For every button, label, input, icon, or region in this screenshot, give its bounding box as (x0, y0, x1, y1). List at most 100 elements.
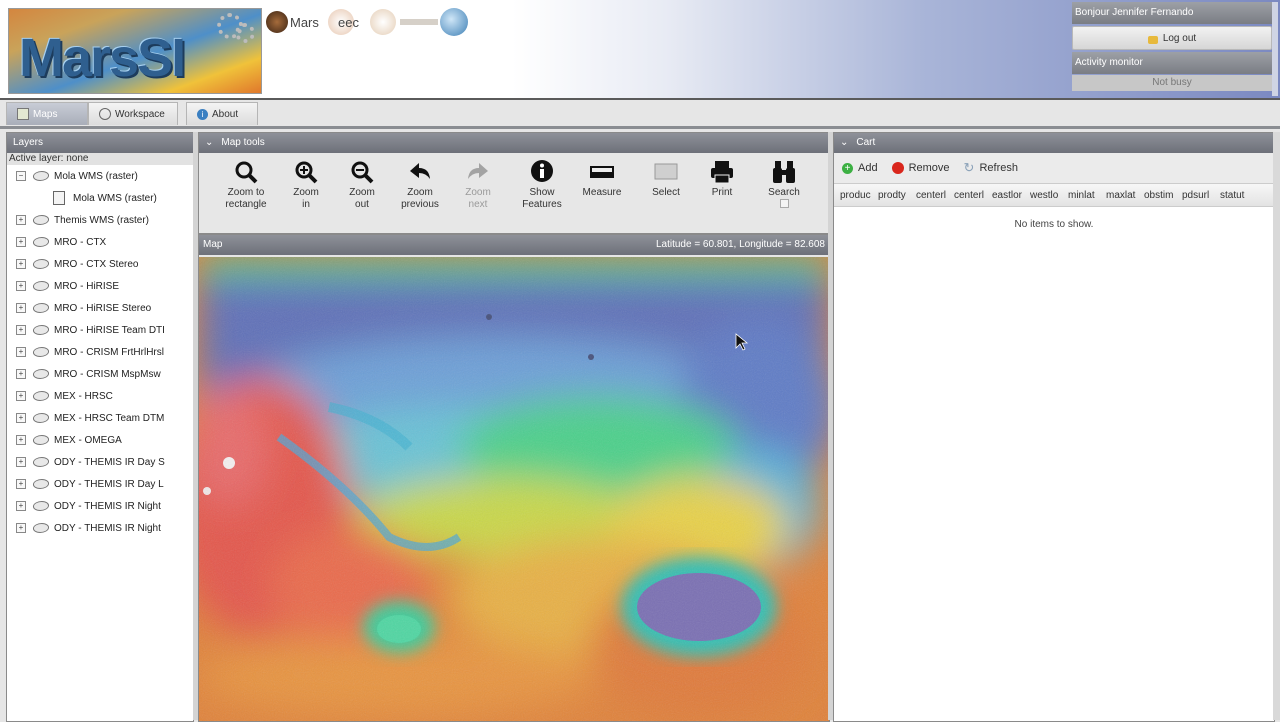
layer-item[interactable]: + ODY - THEMIS IR Night (7, 495, 193, 517)
layer-icon (32, 457, 50, 467)
expand-icon[interactable]: + (16, 501, 26, 511)
expand-icon[interactable]: + (16, 479, 26, 489)
partner-logo-eec: eec (328, 8, 359, 36)
column-header[interactable]: minlat (1068, 190, 1106, 201)
tab-workspace[interactable]: Workspace (88, 102, 178, 125)
mars-map-canvas[interactable] (199, 257, 829, 721)
logout-button[interactable]: Log out (1072, 26, 1272, 50)
zoom-rectangle-icon (235, 161, 258, 184)
column-header[interactable]: obstim (1144, 190, 1182, 201)
layer-tree: − Mola WMS (raster) Mola WMS (raster) + T… (7, 165, 193, 539)
layer-icon (32, 237, 50, 247)
layer-item[interactable]: + MRO - HiRISE Stereo (7, 297, 193, 319)
tab-about[interactable]: i About (186, 102, 258, 125)
blue-globe-icon (440, 8, 468, 36)
zoom-next-button[interactable]: Zoom next (443, 155, 513, 211)
remove-button[interactable]: Remove (891, 162, 950, 174)
layer-item[interactable]: + MRO - HiRISE Team DTI (7, 319, 193, 341)
layer-item[interactable]: + MRO - CTX (7, 231, 193, 253)
observatory-wordmark (400, 19, 438, 25)
layer-sublayer-item[interactable]: Mola WMS (raster) (7, 187, 193, 209)
layers-panel: Layers Active layer: none − Mola WMS (ra… (6, 132, 194, 722)
search-button[interactable]: Search (749, 155, 819, 212)
layer-item[interactable]: + ODY - THEMIS IR Night (7, 517, 193, 539)
activity-monitor-title: Activity monitor (1072, 52, 1272, 74)
layer-icon (32, 281, 50, 291)
layer-item[interactable]: + MEX - HRSC Team DTM (7, 407, 193, 429)
header-scrollbar[interactable] (1272, 2, 1278, 96)
expand-icon[interactable]: + (16, 215, 26, 225)
layer-icon (32, 413, 50, 423)
user-panel: Bonjour Jennifer Fernando Log out Activi… (1072, 2, 1272, 96)
expand-icon[interactable]: + (16, 435, 26, 445)
expand-icon[interactable]: + (16, 413, 26, 423)
arrow-back-icon (410, 163, 430, 179)
add-button[interactable]: + Add (842, 162, 878, 174)
measure-button[interactable]: Measure (567, 155, 637, 199)
partner-logo-observatory (370, 8, 438, 36)
active-layer-label: Active layer: none (7, 153, 193, 165)
expand-icon[interactable]: + (16, 237, 26, 247)
collapse-icon[interactable]: − (16, 171, 26, 181)
layer-icon (32, 435, 50, 445)
expand-icon[interactable]: + (16, 391, 26, 401)
gear-icon (235, 23, 255, 43)
column-header[interactable]: eastlor (992, 190, 1030, 201)
refresh-button[interactable]: ↻ Refresh (964, 160, 1018, 176)
layer-icon (32, 391, 50, 401)
column-header[interactable]: pdsurl (1182, 190, 1220, 201)
column-header[interactable]: westlo (1030, 190, 1068, 201)
layer-item[interactable]: + ODY - THEMIS IR Day S (7, 451, 193, 473)
expand-icon[interactable]: + (16, 259, 26, 269)
column-header[interactable]: prodty (878, 190, 916, 201)
layer-icon (32, 369, 50, 379)
layer-item[interactable]: + ODY - THEMIS IR Day L (7, 473, 193, 495)
partner-logo-mars: Mars (266, 8, 319, 36)
expand-icon[interactable]: + (16, 325, 26, 335)
layer-item[interactable]: + MRO - CTX Stereo (7, 253, 193, 275)
layer-icon (32, 171, 50, 181)
column-header[interactable]: maxlat (1106, 190, 1144, 201)
page-scrollbar[interactable] (1273, 132, 1280, 720)
select-icon (654, 163, 678, 180)
column-header[interactable]: centerl (954, 190, 992, 201)
expand-icon[interactable]: + (16, 523, 26, 533)
map-tools-header[interactable]: ⌄ Map tools (199, 133, 829, 153)
map-icon (17, 108, 29, 120)
expand-icon[interactable]: + (16, 303, 26, 313)
activity-status: Not busy (1072, 75, 1272, 91)
chevron-down-icon[interactable]: ⌄ (840, 137, 848, 148)
app-header: MarsSI Mars eec Bonjour Jennifer Fernand… (0, 0, 1280, 100)
layer-item[interactable]: − Mola WMS (raster) (7, 165, 193, 187)
arrow-forward-icon (468, 163, 488, 179)
print-button[interactable]: Print (687, 155, 757, 199)
column-header[interactable]: statut (1220, 190, 1258, 201)
zoom-out-icon (351, 161, 374, 184)
greeting-text: Bonjour Jennifer Fernando (1072, 2, 1272, 24)
zoom-in-icon (295, 161, 318, 184)
map-tools-panel: ⌄ Map tools Zoom to rectangle Zoom in Zoom o… (198, 132, 830, 234)
expand-icon[interactable]: + (16, 457, 26, 467)
layer-item[interactable]: + MEX - HRSC (7, 385, 193, 407)
search-checkbox[interactable] (779, 199, 789, 208)
raster-doc-icon (53, 191, 65, 205)
chevron-down-icon[interactable]: ⌄ (205, 137, 213, 148)
expand-icon[interactable]: + (16, 347, 26, 357)
cart-panel: ⌄ Cart + Add Remove ↻ Refresh produc prod… (833, 132, 1275, 722)
layer-item[interactable]: + MRO - HiRISE (7, 275, 193, 297)
expand-icon[interactable]: + (16, 281, 26, 291)
binoculars-icon (773, 161, 795, 183)
layer-icon (32, 347, 50, 357)
expand-icon[interactable]: + (16, 369, 26, 379)
tab-maps[interactable]: Maps (6, 102, 88, 125)
cart-table-header: produc prodty centerl centerl eastlor we… (834, 183, 1274, 207)
column-header[interactable]: produc (840, 190, 878, 201)
layer-item[interactable]: + MRO - CRISM FrtHrlHrsl (7, 341, 193, 363)
cart-toolbar: + Add Remove ↻ Refresh (834, 153, 1274, 183)
layers-title: Layers (7, 133, 193, 153)
cart-header[interactable]: ⌄ Cart (834, 133, 1274, 153)
layer-item[interactable]: + MRO - CRISM MspMsw (7, 363, 193, 385)
layer-item[interactable]: + MEX - OMEGA (7, 429, 193, 451)
column-header[interactable]: centerl (916, 190, 954, 201)
layer-item[interactable]: + Themis WMS (raster) (7, 209, 193, 231)
